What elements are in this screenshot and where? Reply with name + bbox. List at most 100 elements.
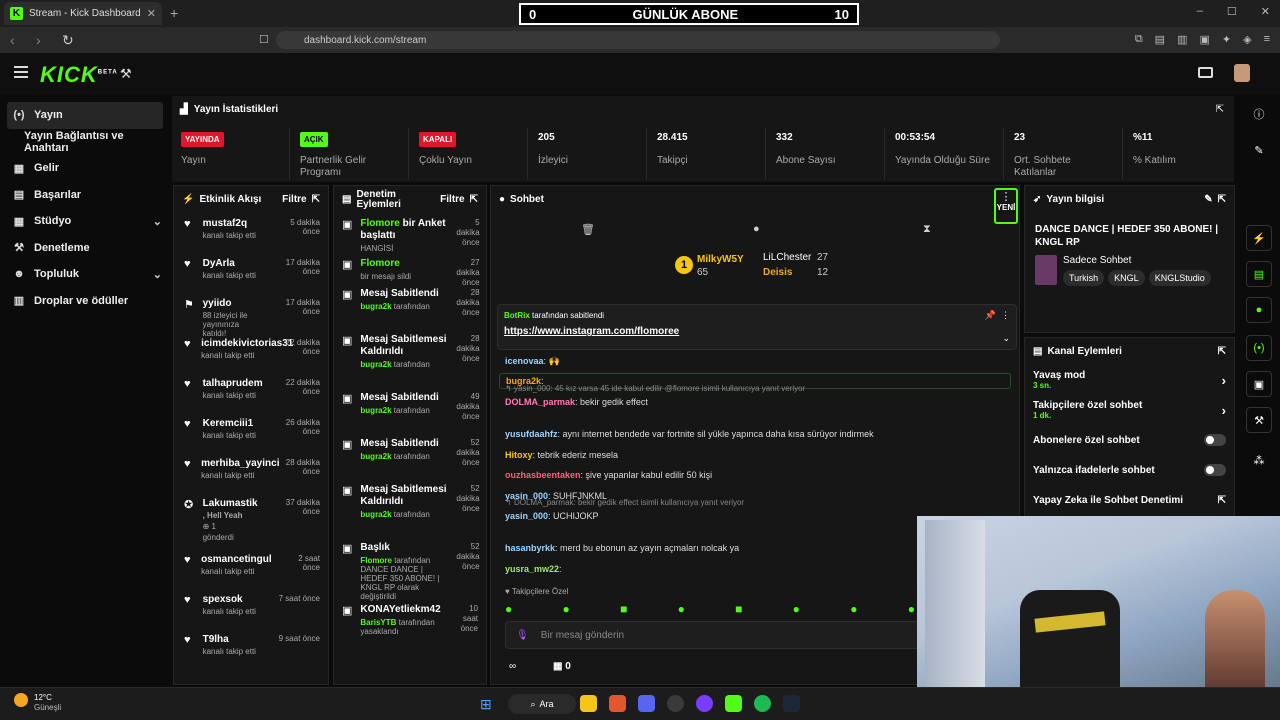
spotify-icon[interactable]	[754, 695, 771, 712]
pinned-link[interactable]: https://www.instagram.com/flomoree	[498, 326, 1016, 337]
activity-event[interactable]: ♥ mustaf2q kanalı takip etti 5 dakika önce	[174, 213, 328, 253]
sidebar-item-gelir[interactable]: ▦ Gelir	[0, 155, 170, 182]
event-user[interactable]: T9lha	[203, 634, 265, 645]
chat-username[interactable]: yasin_000	[505, 511, 548, 521]
top-gifter-name[interactable]: MilkyW5Y	[697, 254, 744, 265]
popout-icon[interactable]: ⇱	[1218, 346, 1226, 357]
chat-message[interactable]: yusufdaahfz: aynı internet bendede var f…	[505, 429, 874, 439]
back-icon[interactable]: ‹	[10, 32, 26, 48]
gifter-name[interactable]: LiLChester	[763, 252, 811, 263]
mod-action[interactable]: ▣ KONAYetliekm42 BarisYTB tarafından yasak…	[334, 599, 486, 649]
mod-by[interactable]: bugra2k	[360, 452, 391, 461]
sidebar-item-basarilar[interactable]: ▤ Başarılar	[0, 182, 170, 209]
chat-message[interactable]: ouzhasbeentaken: şive yapanlar kabul edi…	[505, 470, 712, 480]
emote[interactable]: ■	[620, 602, 627, 618]
bookmark-icon[interactable]: ☐	[259, 33, 269, 46]
url-field[interactable]: dashboard.kick.com/stream	[276, 31, 1000, 49]
new-tab-button[interactable]: +	[170, 5, 178, 21]
event-user[interactable]: icimdekivictorias31	[201, 338, 293, 349]
info-icon[interactable]: ⓘ	[1246, 101, 1272, 127]
broadcast-rail-icon[interactable]: (•)	[1246, 335, 1272, 361]
tools-icon[interactable]: ⚒	[120, 66, 132, 82]
chat-username[interactable]: ouzhasbeentaken	[505, 470, 581, 480]
chat-message[interactable]: hasanbyrkk: merd bu ebonun az yayın açma…	[505, 543, 739, 553]
slow-mode-row[interactable]: Yavaş mod 3 sn. ›	[1025, 365, 1234, 395]
close-window-button[interactable]: ✕	[1261, 5, 1270, 18]
pencil-icon[interactable]: ✎	[1246, 137, 1272, 163]
popout-icon[interactable]: ⇱	[1218, 194, 1226, 205]
mic-icon[interactable]: 🎙	[516, 630, 529, 641]
chat-username[interactable]: icenovaa	[505, 356, 544, 366]
bolt-rail-icon[interactable]: ⚡	[1246, 225, 1272, 251]
followers-only-row[interactable]: Takipçilere özel sohbet 1 dk. ›	[1025, 395, 1234, 425]
activity-event[interactable]: ♥ talhaprudem kanalı takip etti 22 dakika ö…	[174, 373, 328, 413]
menu-icon[interactable]: ≡	[1264, 33, 1270, 46]
popout-icon[interactable]: ⇱	[1216, 104, 1224, 115]
tools-rail-icon[interactable]: ⚒	[1246, 407, 1272, 433]
mod-by[interactable]: bugra2k	[360, 510, 391, 519]
activity-event[interactable]: ♥ T9lha kanalı takip etti 9 saat önce	[174, 629, 328, 669]
wallet-icon[interactable]: ▣	[1199, 33, 1209, 46]
kick-app-icon[interactable]	[725, 695, 742, 712]
event-user[interactable]: spexsok	[203, 594, 265, 605]
activity-event[interactable]: ♥ icimdekivictorias31 kanalı takip etti 22 …	[174, 333, 328, 373]
mod-action[interactable]: ▣ Mesaj Sabitlemesi Kaldırıldı bugra2k tar…	[334, 329, 486, 387]
sidebar-item-droplar[interactable]: ▥ Droplar ve ödüller	[0, 288, 170, 315]
mod-action[interactable]: ▣ Başlık Flomore tarafından DANCE DANCE | …	[334, 537, 486, 601]
camera-rail-icon[interactable]: ▣	[1246, 371, 1272, 397]
chat-username[interactable]: hasanbyrkk	[505, 543, 555, 553]
hamburger-menu-icon[interactable]	[14, 66, 28, 78]
gifter-name[interactable]: Deisis	[763, 267, 792, 278]
mod-by[interactable]: BarisYTB	[360, 618, 396, 627]
emote-only-toggle[interactable]	[1204, 464, 1226, 476]
edit-icon[interactable]: ✎	[1204, 194, 1212, 205]
chat-message[interactable]: yusra_mw22:	[505, 564, 562, 574]
mod-action[interactable]: ▣ Mesaj Sabitlendi bugra2k tarafından 28 da…	[334, 283, 486, 329]
event-user[interactable]: osmancetingul	[201, 554, 272, 565]
mod-action[interactable]: ▣ Mesaj Sabitlendi bugra2k tarafından 49 da…	[334, 387, 486, 433]
sidebar-item-yayin[interactable]: (•) Yayın	[7, 102, 163, 129]
event-user[interactable]: yyiido	[203, 298, 265, 309]
mod-action[interactable]: ▣ Mesaj Sabitlemesi Kaldırıldı bugra2k tar…	[334, 479, 486, 537]
steam-icon[interactable]	[783, 695, 800, 712]
activity-event[interactable]: ✪ Lakumastik , Hell Yeah ⊕ 1 gönderdi 37 daki…	[174, 493, 328, 549]
discord-icon[interactable]	[638, 695, 655, 712]
event-user[interactable]: Lakumastik	[203, 498, 265, 509]
activity-event[interactable]: ♥ osmancetingul kanalı takip etti 2 saat ön…	[174, 549, 328, 589]
taskbar-search[interactable]: ⌕ Ara	[508, 694, 576, 714]
chat-message[interactable]: icenovaa: 🙌	[505, 356, 560, 367]
kick-logo[interactable]: KICKBETA	[40, 62, 118, 88]
app-icon[interactable]	[667, 695, 684, 712]
modlog-filter-button[interactable]: Filtre	[440, 194, 464, 205]
emote[interactable]: ●	[505, 602, 512, 618]
more-icon[interactable]: ⋮	[1001, 310, 1010, 321]
tag[interactable]: Turkish	[1063, 270, 1105, 286]
activity-event[interactable]: ♥ DyArla kanalı takip etti 17 dakika önce	[174, 253, 328, 293]
emote[interactable]: ●	[563, 602, 570, 618]
trash-icon[interactable]: 🗑	[581, 223, 595, 236]
emote[interactable]: ●	[908, 602, 915, 618]
vpn-icon[interactable]: ◈	[1243, 33, 1251, 46]
channel-points[interactable]: ▦ 0	[553, 661, 571, 672]
event-user[interactable]: Keremciii1	[203, 418, 265, 429]
event-user[interactable]: mustaf2q	[203, 218, 265, 229]
chat-username[interactable]: yusufdaahfz	[505, 429, 558, 439]
mod-by[interactable]: bugra2k	[360, 360, 391, 369]
ai-moderation-row[interactable]: Yapay Zeka ile Sohbet Denetimi ⇱	[1025, 485, 1234, 515]
emote[interactable]: ●	[850, 602, 857, 618]
mod-action[interactable]: ▣ Flomore bir mesajı sildi 27 dakika önce	[334, 253, 486, 287]
brave-icon[interactable]	[609, 695, 626, 712]
activity-filter-button[interactable]: Filtre	[282, 194, 306, 205]
sidebar-item-topluluk[interactable]: ☻ Topluluk ⌄	[0, 261, 170, 288]
weather-icon[interactable]	[14, 693, 28, 707]
subs-only-toggle[interactable]	[1204, 434, 1226, 446]
screen-icon[interactable]	[1198, 67, 1213, 78]
emote[interactable]: ●	[793, 602, 800, 618]
pin-icon[interactable]: 📌	[985, 310, 996, 321]
activity-event[interactable]: ⚑ yyiido 88 izleyici ile yayınınıza katıld…	[174, 293, 328, 338]
chat-username[interactable]: yusra_mw22	[505, 564, 559, 574]
sidebar-item-denetleme[interactable]: ⚒ Denetleme	[0, 235, 170, 262]
mod-by[interactable]: bugra2k	[360, 302, 391, 311]
avatar[interactable]	[1234, 64, 1250, 82]
category-name[interactable]: Sadece Sohbet	[1063, 255, 1211, 266]
